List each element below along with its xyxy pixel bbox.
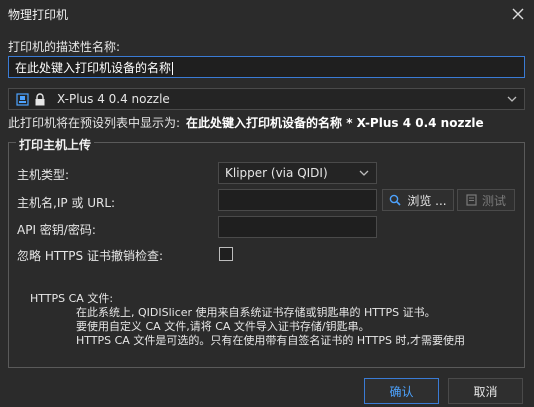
title-bar: 物理打印机 (0, 0, 534, 28)
host-url-label: 主机名,IP 或 URL: (17, 196, 116, 210)
text-caret (172, 62, 174, 75)
api-key-label: API 密钥/密码: (17, 223, 96, 237)
ok-label: 确认 (389, 384, 414, 399)
test-icon (466, 194, 477, 206)
test-button[interactable]: 测试 (457, 189, 515, 211)
ca-line-2: 要使用自定义 CA 文件,请将 CA 文件导入证书存储/钥匙串。 (76, 320, 370, 333)
host-type-combo[interactable]: Klipper (via QIDI) (218, 162, 377, 184)
ca-title: HTTPS CA 文件: (30, 292, 114, 305)
host-type-value: Klipper (via QIDI) (225, 166, 328, 180)
display-prefix: 此打印机将在预设列表中显示为: (8, 116, 181, 130)
cancel-label: 取消 (473, 384, 498, 399)
close-icon (512, 8, 524, 20)
test-label: 测试 (481, 193, 506, 208)
browse-button[interactable]: 浏览 ... (382, 189, 454, 211)
lock-icon (33, 92, 47, 106)
ca-line-1: 在此系统上, QIDISlicer 使用来自系统证书存储或钥匙串的 HTTPS … (76, 306, 436, 319)
host-url-input[interactable] (218, 189, 377, 211)
search-icon (390, 194, 401, 206)
printer-preset-icon (15, 92, 29, 106)
close-button[interactable] (508, 4, 528, 24)
browse-label: 浏览 ... (407, 193, 447, 208)
api-key-input[interactable] (218, 216, 377, 238)
chevron-down-icon (359, 170, 369, 176)
display-value: 在此处键入打印机设备的名称 * X-Plus 4 0.4 nozzle (186, 116, 484, 130)
ignore-https-label: 忽略 HTTPS 证书撤销检查: (17, 249, 163, 263)
ignore-https-checkbox[interactable] (219, 247, 233, 261)
printer-name-input[interactable]: 在此处键入打印机设备的名称 (8, 56, 525, 78)
description-label: 打印机的描述性名称: (8, 40, 121, 54)
host-type-label: 主机类型: (17, 168, 70, 182)
printer-name-value: 在此处键入打印机设备的名称 (15, 61, 172, 75)
printer-preset-combo[interactable]: X-Plus 4 0.4 nozzle (8, 88, 525, 110)
window-title: 物理打印机 (8, 8, 69, 22)
https-ca-info: HTTPS CA 文件: 在此系统上, QIDISlicer 使用来自系统证书存… (30, 292, 465, 348)
host-upload-group-title: 打印主机上传 (16, 136, 95, 153)
cancel-button[interactable]: 取消 (448, 378, 523, 404)
preset-name: X-Plus 4 0.4 nozzle (57, 92, 170, 106)
ok-button[interactable]: 确认 (364, 378, 439, 404)
ca-line-3: HTTPS CA 文件是可选的。只有在使用带有自签名证书的 HTTPS 时,才需… (76, 334, 465, 347)
chevron-down-icon (507, 96, 517, 102)
display-preview: 此打印机将在预设列表中显示为: 在此处键入打印机设备的名称 * X-Plus 4 … (8, 114, 484, 131)
